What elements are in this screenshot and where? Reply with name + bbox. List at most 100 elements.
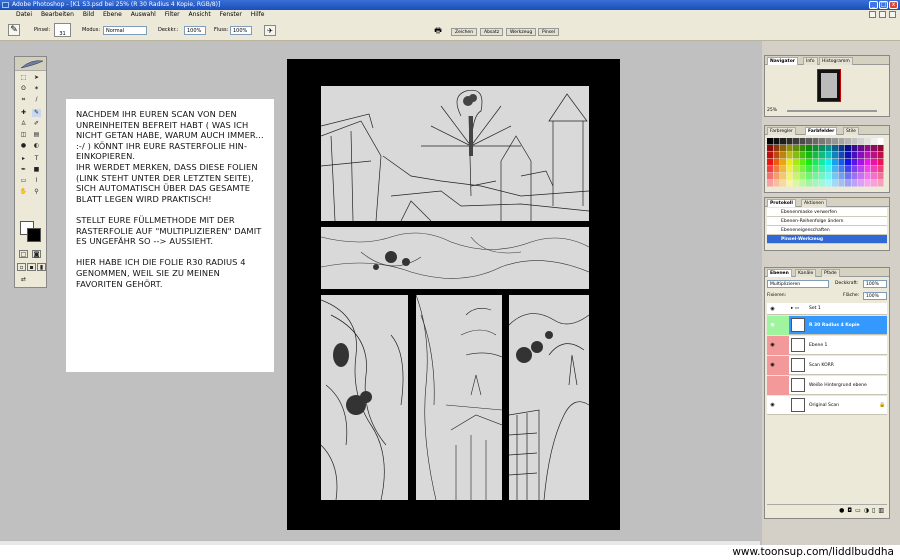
color-swatch[interactable] — [793, 166, 799, 173]
color-swatch[interactable] — [806, 159, 812, 166]
color-swatch[interactable] — [858, 159, 864, 166]
color-swatch[interactable] — [806, 145, 812, 152]
color-swatch[interactable] — [819, 145, 825, 152]
color-swatch[interactable] — [786, 159, 793, 166]
palette-tab-pinsel[interactable]: Pinsel — [538, 28, 560, 36]
color-swatch[interactable] — [832, 152, 838, 159]
menu-ansicht[interactable]: Ansicht — [189, 11, 211, 18]
tab-aktionen[interactable]: Aktionen — [801, 199, 827, 207]
color-swatch[interactable] — [806, 173, 812, 180]
color-swatch[interactable] — [845, 138, 851, 145]
color-swatch[interactable] — [845, 152, 851, 159]
color-swatch[interactable] — [767, 159, 773, 166]
brush-size-picker[interactable]: 31 — [54, 23, 71, 37]
flow-field[interactable]: 100% — [230, 26, 252, 35]
screen-mode-full-icon[interactable]: ▮ — [37, 263, 46, 271]
color-swatch[interactable] — [825, 152, 832, 159]
slice-tool-icon[interactable]: ∕ — [32, 96, 41, 104]
dodge-tool-icon[interactable]: ◐ — [32, 142, 41, 150]
eyedropper-icon[interactable]: ⌇ — [32, 177, 41, 185]
color-swatch[interactable] — [877, 159, 884, 166]
color-swatch[interactable] — [832, 180, 838, 187]
color-swatch[interactable] — [871, 138, 877, 145]
tab-pfade[interactable]: Pfade — [821, 269, 840, 277]
color-swatch[interactable] — [799, 173, 806, 180]
visibility-eye-icon[interactable]: ◉ — [767, 396, 778, 415]
tab-navigator[interactable]: Navigator — [767, 57, 798, 65]
visibility-eye-icon[interactable]: ◉ — [767, 356, 778, 375]
color-swatch[interactable] — [845, 145, 851, 152]
color-swatch[interactable] — [864, 173, 871, 180]
color-swatch[interactable] — [799, 166, 806, 173]
color-swatch[interactable] — [877, 152, 884, 159]
color-swatch[interactable] — [780, 152, 786, 159]
color-swatch[interactable] — [819, 180, 825, 187]
pen-tool-icon[interactable]: ✒ — [19, 166, 28, 174]
layer-row-selected[interactable]: ◉ R 30 Radius 4 Kopie — [767, 316, 887, 335]
history-item[interactable]: Ebeneneigenschaften — [767, 226, 887, 235]
layer-row[interactable]: ◉ Ebene 1 — [767, 336, 887, 355]
swatch-grid[interactable] — [767, 138, 885, 190]
new-set-icon[interactable]: ▭ — [855, 507, 864, 514]
type-tool-icon[interactable]: T — [32, 155, 41, 163]
color-swatch[interactable] — [858, 145, 864, 152]
color-swatch[interactable] — [773, 180, 780, 187]
color-swatch[interactable] — [786, 180, 793, 187]
color-swatch[interactable] — [851, 180, 858, 187]
color-swatch[interactable] — [825, 138, 832, 145]
color-swatch[interactable] — [780, 173, 786, 180]
color-swatch[interactable] — [773, 159, 780, 166]
background-color-swatch[interactable] — [27, 228, 41, 242]
color-swatch[interactable] — [845, 180, 851, 187]
layer-opacity-field[interactable]: 100% — [863, 280, 887, 288]
color-swatch[interactable] — [858, 152, 864, 159]
color-swatch[interactable] — [812, 159, 819, 166]
color-swatch[interactable] — [858, 173, 864, 180]
color-swatch[interactable] — [832, 173, 838, 180]
color-swatch[interactable] — [864, 152, 871, 159]
history-brush-icon[interactable]: ✐ — [32, 120, 41, 128]
color-swatch[interactable] — [832, 145, 838, 152]
color-swatch[interactable] — [864, 180, 871, 187]
doc-close-icon[interactable] — [889, 11, 896, 18]
color-swatch[interactable] — [812, 180, 819, 187]
color-swatch[interactable] — [871, 152, 877, 159]
palette-tab-zeichen[interactable]: Zeichen — [451, 28, 478, 36]
path-select-icon[interactable]: ▸ — [19, 155, 28, 163]
color-swatch[interactable] — [799, 152, 806, 159]
color-swatch[interactable] — [793, 159, 799, 166]
color-swatch[interactable] — [799, 138, 806, 145]
color-swatch[interactable] — [838, 159, 845, 166]
color-swatch[interactable] — [786, 173, 793, 180]
color-swatch[interactable] — [767, 173, 773, 180]
color-swatch[interactable] — [793, 173, 799, 180]
color-swatch[interactable] — [845, 173, 851, 180]
color-swatch[interactable] — [812, 138, 819, 145]
color-swatch[interactable] — [838, 166, 845, 173]
color-swatch[interactable] — [786, 138, 793, 145]
color-swatch[interactable] — [877, 166, 884, 173]
color-swatch[interactable] — [864, 159, 871, 166]
menu-filter[interactable]: Filter — [165, 11, 180, 18]
color-swatch[interactable] — [806, 152, 812, 159]
color-swatch[interactable] — [845, 166, 851, 173]
print-icon[interactable]: 🖶 — [432, 25, 444, 36]
tab-farbfelder[interactable]: Farbfelder — [805, 127, 838, 135]
color-swatch[interactable] — [825, 180, 832, 187]
color-swatch[interactable] — [812, 173, 819, 180]
color-swatch[interactable] — [838, 173, 845, 180]
color-swatch[interactable] — [812, 166, 819, 173]
layer-set-row[interactable]: ◉ ▸ ▭ Set 1 — [767, 303, 887, 315]
color-swatch[interactable] — [767, 152, 773, 159]
color-swatch[interactable] — [871, 180, 877, 187]
color-swatch[interactable] — [858, 166, 864, 173]
healing-brush-icon[interactable]: ✚ — [19, 109, 28, 117]
tab-kanaele[interactable]: Kanäle — [795, 269, 817, 277]
navigator-zoom-value[interactable]: 25% — [767, 108, 777, 113]
color-swatch[interactable] — [819, 173, 825, 180]
color-swatch[interactable] — [877, 145, 884, 152]
color-swatch[interactable] — [871, 173, 877, 180]
color-swatch[interactable] — [832, 138, 838, 145]
color-swatch[interactable] — [806, 138, 812, 145]
menu-datei[interactable]: Datei — [16, 11, 32, 18]
